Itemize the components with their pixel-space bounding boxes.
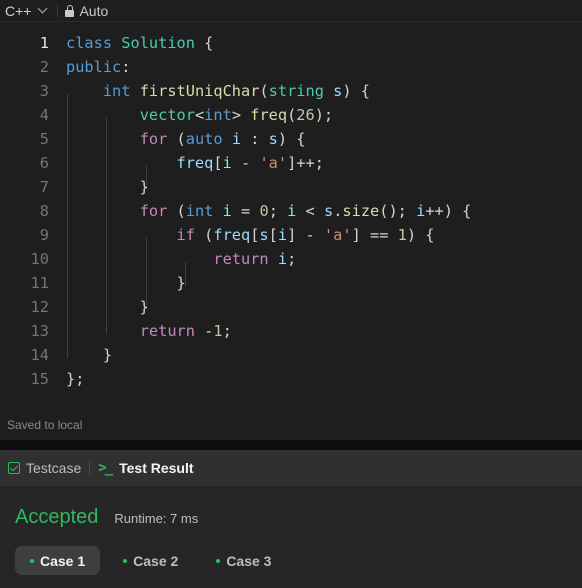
pass-dot-icon	[123, 558, 128, 563]
editor-toolbar: C++ Auto	[0, 0, 582, 22]
case-label: Case 3	[226, 552, 272, 569]
auto-mode-toggle[interactable]: Auto	[65, 3, 108, 19]
code-text: public:	[66, 58, 131, 76]
code-text: };	[66, 370, 85, 388]
line-number: 13	[30, 322, 49, 340]
auto-mode-label: Auto	[79, 2, 109, 19]
case-3-button[interactable]: Case 3	[201, 546, 286, 575]
tab-testcase-label: Testcase	[26, 460, 82, 476]
terminal-icon: >_	[98, 460, 113, 476]
code-line: 13 return -1;	[0, 319, 582, 343]
code-line: 7 }	[0, 175, 582, 199]
line-number: 12	[30, 298, 49, 316]
code-line: 8 for (int i = 0; i < s.size(); i++) {	[0, 199, 582, 223]
code-text: return -1;	[139, 322, 232, 340]
code-text: }	[66, 298, 149, 316]
code-line: 12 }	[0, 295, 582, 319]
result-tabs: Testcase >_ Test Result	[0, 450, 582, 486]
code-line: 14 }	[0, 343, 582, 367]
code-text: for (int i = 0; i < s.size(); i++) {	[139, 202, 472, 220]
code-line: 2 public:	[0, 55, 582, 79]
language-label: C++	[5, 2, 32, 19]
line-number: 7	[39, 178, 49, 196]
result-panel: Testcase >_ Test Result Accepted Runtime…	[0, 450, 582, 588]
pass-dot-icon	[30, 558, 34, 563]
line-number: 9	[39, 226, 49, 244]
line-number: 11	[30, 274, 49, 292]
toolbar-divider	[57, 4, 59, 17]
tab-test-result[interactable]: >_ Test Result	[98, 460, 193, 476]
lock-icon	[65, 4, 75, 17]
code-line: 1 class Solution {	[0, 31, 582, 55]
line-number: 15	[30, 370, 49, 388]
checkbox-icon	[8, 462, 20, 474]
line-number: 8	[39, 202, 49, 220]
line-number: 2	[39, 58, 49, 76]
line-number: 6	[39, 154, 49, 172]
code-line: 9 if (freq[s[i] - 'a'] == 1) {	[0, 223, 582, 247]
line-number: 14	[30, 346, 49, 364]
line-number: 1	[39, 34, 49, 52]
saved-status: Saved to local	[7, 418, 83, 432]
case-1-button[interactable]: Case 1	[15, 546, 101, 575]
case-label: Case 1	[40, 552, 86, 569]
code-text: class Solution {	[66, 34, 214, 52]
result-summary: Accepted Runtime: 7 ms	[15, 506, 198, 529]
tab-divider	[89, 461, 91, 475]
code-text: int firstUniqChar(string s) {	[102, 82, 370, 100]
code-text: }	[66, 274, 186, 292]
code-text: }	[66, 346, 113, 364]
runtime-label: Runtime: 7 ms	[114, 511, 199, 526]
code-text: vector<int> freq(26);	[139, 106, 334, 124]
code-line: 11 }	[0, 271, 582, 295]
code-line: 15 };	[0, 367, 582, 391]
case-tabs: Case 1 Case 2 Case 3	[15, 546, 286, 575]
code-text: for (auto i : s) {	[139, 130, 306, 148]
language-selector[interactable]: C++	[0, 2, 48, 19]
chevron-down-icon	[38, 3, 48, 14]
code-line: 5 for (auto i : s) {	[0, 127, 582, 151]
tab-test-result-label: Test Result	[119, 460, 194, 476]
code-editor[interactable]: 1 class Solution { 2 public: 3 int first…	[0, 23, 582, 410]
code-text: freq[i - 'a']++;	[176, 154, 324, 172]
case-2-button[interactable]: Case 2	[108, 546, 193, 575]
line-number: 4	[39, 106, 49, 124]
code-text: return i;	[213, 250, 297, 268]
code-text: if (freq[s[i] - 'a'] == 1) {	[176, 226, 435, 244]
code-line: 3 int firstUniqChar(string s) {	[0, 79, 582, 103]
verdict-label: Accepted	[15, 506, 99, 528]
line-number: 3	[39, 82, 49, 100]
case-label: Case 2	[133, 552, 179, 569]
code-line: 6 freq[i - 'a']++;	[0, 151, 582, 175]
pass-dot-icon	[216, 558, 221, 563]
code-text: }	[66, 178, 149, 196]
tab-testcase[interactable]: Testcase	[8, 460, 81, 476]
code-line: 4 vector<int> freq(26);	[0, 103, 582, 127]
line-number: 10	[30, 250, 49, 268]
line-number: 5	[39, 130, 49, 148]
code-line: 10 return i;	[0, 247, 582, 271]
pane-resize-handle[interactable]	[0, 440, 582, 450]
